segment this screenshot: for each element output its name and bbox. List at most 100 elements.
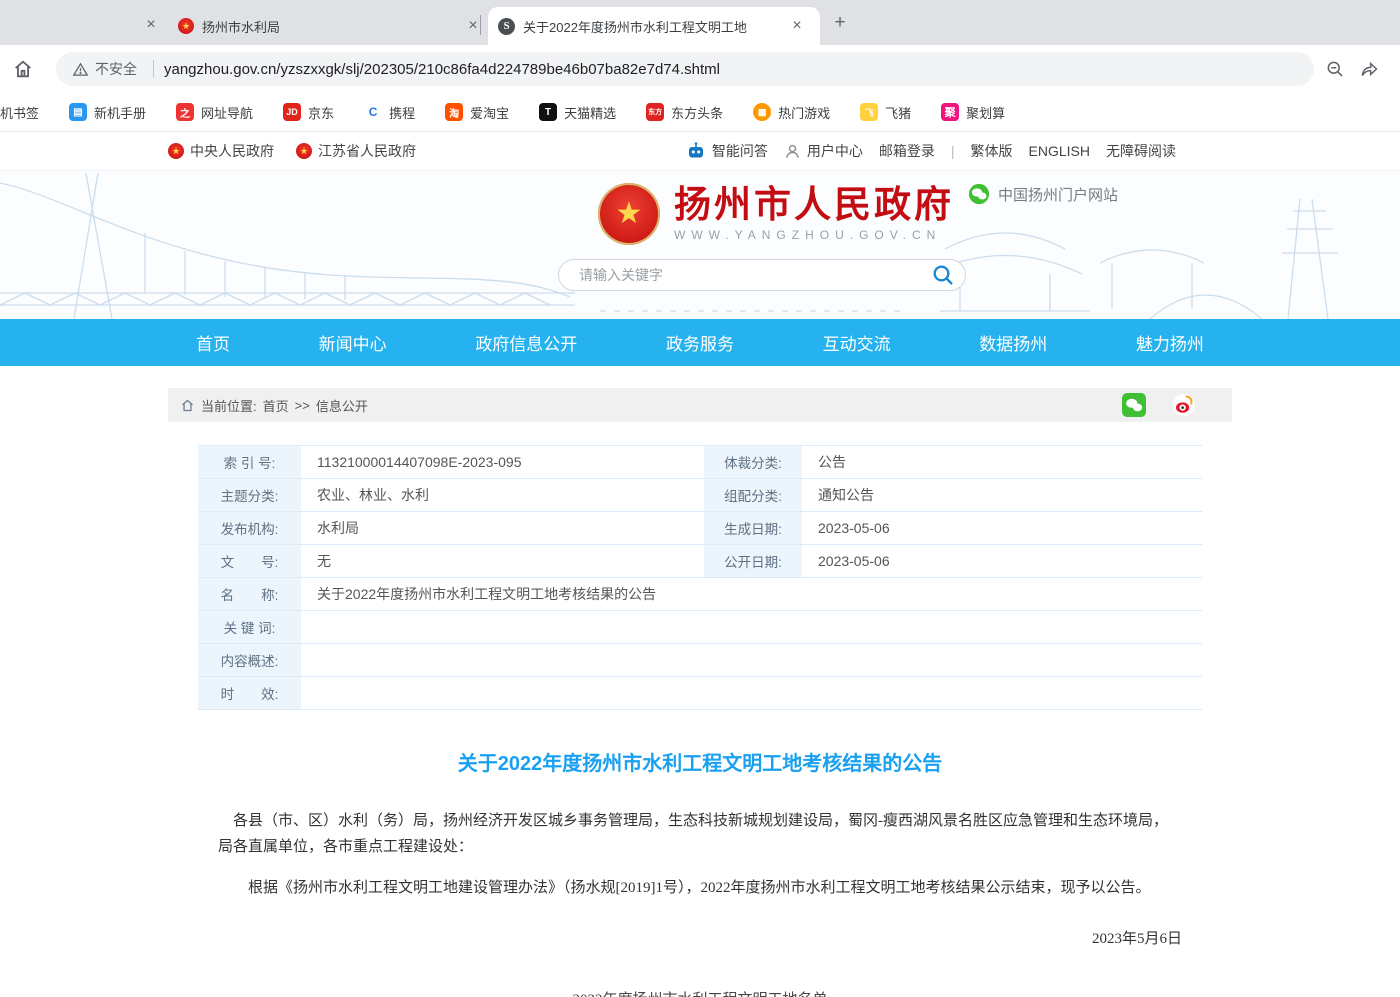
tab-strip: × ★ 扬州市水利局 × S 关于2022年度扬州市水利工程文明工地 × + xyxy=(0,0,1400,45)
nav-item-home[interactable]: 首页 xyxy=(190,330,236,355)
meta-label: 公开日期: xyxy=(704,545,804,577)
bookmark-new-phone-manual[interactable]: ▤ 新机手册 xyxy=(54,103,161,122)
bookmark-label: 东方头条 xyxy=(671,103,723,122)
new-tab-button[interactable]: + xyxy=(826,9,854,37)
tab-close-button[interactable]: × xyxy=(784,13,810,39)
tab-separator xyxy=(480,15,481,35)
link-english[interactable]: ENGLISH xyxy=(1029,143,1090,159)
site-name: 扬州市人民政府 xyxy=(674,186,954,226)
address-bar-actions xyxy=(1318,52,1386,86)
link-user-center[interactable]: 用户中心 xyxy=(784,141,863,161)
gov-emblem-icon: ★ xyxy=(178,18,194,34)
nav-item-charm[interactable]: 魅力扬州 xyxy=(1130,330,1210,355)
meta-label: 名 称: xyxy=(198,578,303,610)
meta-label: 时 效: xyxy=(198,677,303,709)
share-icon xyxy=(1359,59,1379,79)
weibo-share-icon[interactable] xyxy=(1172,393,1196,417)
link-accessibility[interactable]: 无障碍阅读 xyxy=(1106,141,1176,161)
site-banner: ★ 扬州市人民政府 WWW.YANGZHOU.GOV.CN 中国扬州门户网站 xyxy=(0,170,1400,319)
tab-close-button[interactable]: × xyxy=(460,13,486,39)
bookmark-ctrip[interactable]: C 携程 xyxy=(349,103,430,122)
ctrip-icon: C xyxy=(364,103,382,121)
browser-window: × ★ 扬州市水利局 × S 关于2022年度扬州市水利工程文明工地 × + 不… xyxy=(0,0,1400,997)
article-list-heading: 2022年度扬州市水利工程文明工地名单 xyxy=(218,988,1182,997)
bookmark-eastday[interactable]: 东方 东方头条 xyxy=(631,103,738,122)
home-button[interactable] xyxy=(6,52,40,86)
content-container: 当前位置: 首页 >> 信息公开 xyxy=(168,388,1232,997)
smart-qa-label: 智能问答 xyxy=(712,141,768,161)
meta-value xyxy=(303,677,1202,709)
meta-label: 发布机构: xyxy=(198,512,303,544)
zoom-out-button[interactable] xyxy=(1318,52,1352,86)
nav-item-data[interactable]: 数据扬州 xyxy=(973,330,1053,355)
bookmark-label: 热门游戏 xyxy=(778,103,830,122)
url-field[interactable]: 不安全 yangzhou.gov.cn/yzszxxgk/slj/202305/… xyxy=(56,52,1314,86)
meta-value xyxy=(303,611,1202,643)
url-text[interactable]: yangzhou.gov.cn/yzszxxgk/slj/202305/210c… xyxy=(164,61,720,78)
zoom-out-icon xyxy=(1325,59,1345,79)
breadcrumb-home-link[interactable]: 首页 xyxy=(263,396,289,415)
bookmark-label: 爱淘宝 xyxy=(470,103,509,122)
article-paragraph: 根据《扬州市水利工程文明工地建设管理办法》（扬水规[2019]1号），2022年… xyxy=(218,875,1182,901)
bookmark-hot-games[interactable]: ▦ 热门游戏 xyxy=(738,103,845,122)
link-smart-qa[interactable]: 智能问答 xyxy=(686,141,768,161)
meta-row: 索 引 号: 11321000014407098E-2023-095 体裁分类:… xyxy=(198,446,1202,479)
portal-label: 中国扬州门户网站 xyxy=(998,184,1118,205)
bookmark-aitaobao[interactable]: 淘 爱淘宝 xyxy=(430,103,524,122)
tab-title: 关于2022年度扬州市水利工程文明工地 xyxy=(523,17,776,36)
document-meta-table: 索 引 号: 11321000014407098E-2023-095 体裁分类:… xyxy=(198,445,1202,710)
bookmark-tmall[interactable]: T 天猫精选 xyxy=(524,103,631,122)
omnibox-divider xyxy=(153,60,154,78)
tab-announcement-active[interactable]: S 关于2022年度扬州市水利工程文明工地 × xyxy=(488,7,820,45)
nav-item-gov-info[interactable]: 政府信息公开 xyxy=(469,330,583,355)
meta-value: 2023-05-06 xyxy=(804,545,1202,577)
search-button[interactable] xyxy=(921,260,965,290)
portal-badge[interactable]: 中国扬州门户网站 xyxy=(968,183,1118,205)
bookmark-label: 机书签 xyxy=(0,103,39,122)
breadcrumb-current-link[interactable]: 信息公开 xyxy=(316,396,368,415)
juhuasuan-icon: 聚 xyxy=(941,103,959,121)
link-traditional-chinese[interactable]: 繁体版 xyxy=(971,141,1013,161)
meta-label: 体裁分类: xyxy=(704,446,804,478)
breadcrumb: 当前位置: 首页 >> 信息公开 xyxy=(168,388,1232,422)
site-utility-bar: ★ 中央人民政府 ★ 江苏省人民政府 智能问答 xyxy=(0,132,1400,170)
bookmark-fliggy[interactable]: 飞 飞猪 xyxy=(845,103,926,122)
nav-item-news[interactable]: 新闻中心 xyxy=(313,330,393,355)
taobao-icon: 淘 xyxy=(445,103,463,121)
bookmark-label: 京东 xyxy=(308,103,334,122)
search-icon xyxy=(931,263,955,287)
nav-item-interaction[interactable]: 互动交流 xyxy=(817,330,897,355)
nav-item-services[interactable]: 政务服务 xyxy=(660,330,740,355)
breadcrumb-separator: >> xyxy=(295,398,310,413)
article-title: 关于2022年度扬州市水利工程文明工地考核结果的公告 xyxy=(218,747,1182,776)
share-button[interactable] xyxy=(1352,52,1386,86)
site-logo[interactable]: ★ 扬州市人民政府 WWW.YANGZHOU.GOV.CN xyxy=(598,183,954,245)
bookmark-label: 携程 xyxy=(389,103,415,122)
wechat-icon xyxy=(968,183,990,205)
tab-close-button[interactable]: × xyxy=(138,12,164,38)
meta-row: 内容概述: xyxy=(198,644,1202,677)
security-label[interactable]: 不安全 xyxy=(95,59,137,79)
bookmark-url-navigation[interactable]: 之 网址导航 xyxy=(161,103,268,122)
address-bar: 不安全 yangzhou.gov.cn/yzszxxgk/slj/202305/… xyxy=(0,45,1400,93)
bookmarks-bar: 机书签 ▤ 新机手册 之 网址导航 JD 京东 C 携程 淘 爱淘宝 T 天猫精… xyxy=(0,93,1400,132)
bookmark-label: 天猫精选 xyxy=(564,103,616,122)
jd-icon: JD xyxy=(283,103,301,121)
site-search xyxy=(558,259,966,291)
meta-value: 通知公告 xyxy=(804,479,1202,511)
link-jiangsu-government[interactable]: ★ 江苏省人民政府 xyxy=(296,141,416,161)
bookmark-phone-bookmarks[interactable]: 机书签 xyxy=(0,103,54,122)
link-mail-login[interactable]: 邮箱登录 xyxy=(879,141,935,161)
breadcrumb-prefix: 当前位置: xyxy=(201,396,257,415)
tab-title: 扬州市水利局 xyxy=(202,17,452,36)
meta-value: 关于2022年度扬州市水利工程文明工地考核结果的公告 xyxy=(303,578,1202,610)
tab-yangzhou-water-bureau[interactable]: ★ 扬州市水利局 × xyxy=(168,7,496,45)
bookmark-juhuasuan[interactable]: 聚 聚划算 xyxy=(926,103,1020,122)
tmall-icon: T xyxy=(539,103,557,121)
link-central-government[interactable]: ★ 中央人民政府 xyxy=(168,141,274,161)
meta-row: 发布机构: 水利局 生成日期: 2023-05-06 xyxy=(198,512,1202,545)
wechat-share-icon[interactable] xyxy=(1122,393,1146,417)
search-input[interactable] xyxy=(577,266,921,284)
utility-divider: | xyxy=(951,143,955,159)
bookmark-jd[interactable]: JD 京东 xyxy=(268,103,349,122)
